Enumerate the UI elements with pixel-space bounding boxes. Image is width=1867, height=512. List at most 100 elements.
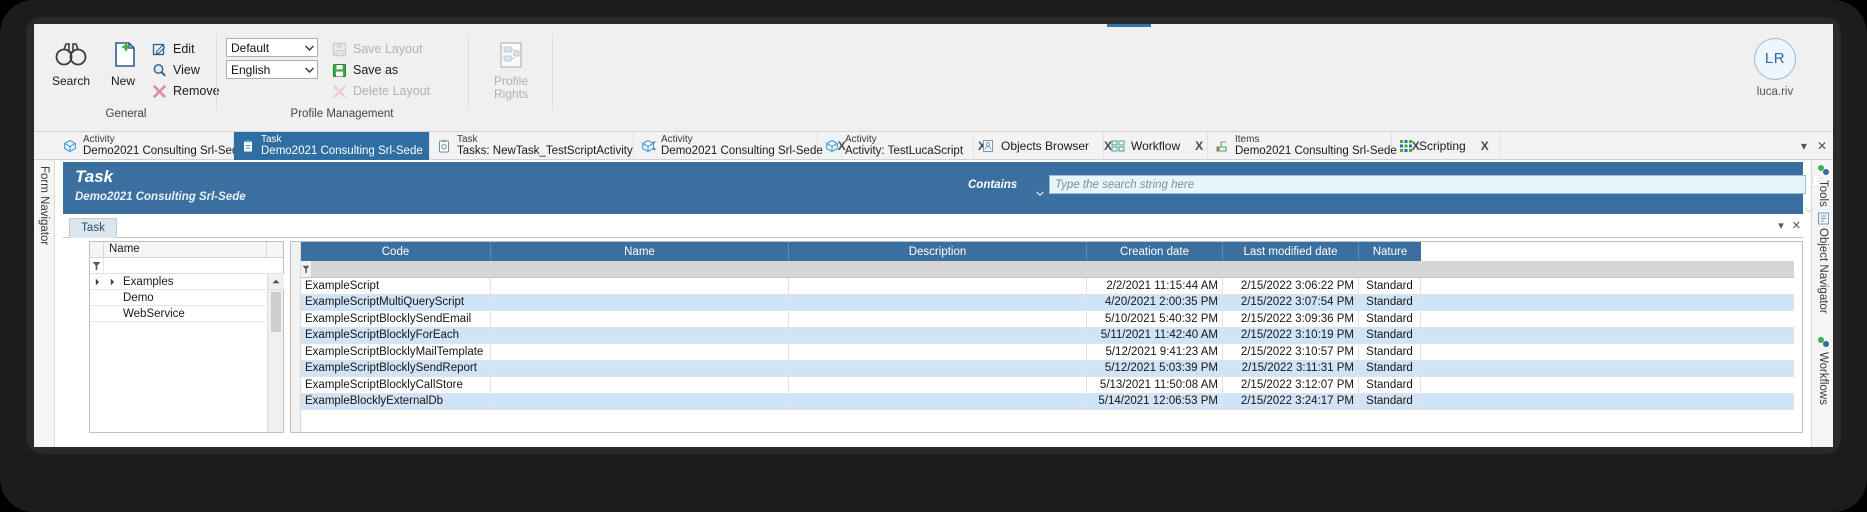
tree-filter-input[interactable] <box>104 258 283 273</box>
cell-name <box>491 377 789 394</box>
items-icon <box>1215 139 1229 153</box>
edit-button[interactable]: Edit <box>152 40 195 58</box>
view-button[interactable]: View <box>152 61 200 79</box>
cell-creation-date: 2/2/2021 11:15:44 AM <box>1087 278 1223 295</box>
document-tab-title: Workflow <box>1131 140 1180 153</box>
application-window: Search New <box>34 24 1833 447</box>
contains-operator-label[interactable]: Contains <box>968 179 1017 191</box>
cell-name <box>491 295 789 312</box>
document-tab-workflow[interactable]: Workflow X <box>1104 132 1208 160</box>
banner-expand-chevron-icon[interactable] <box>1805 200 1814 218</box>
rail-item-form-navigator[interactable]: Form Navigator <box>38 166 50 245</box>
search-button[interactable]: Search <box>44 34 98 88</box>
grid-column-header-nature[interactable]: Nature <box>1359 242 1421 261</box>
grid-column-header-name[interactable]: Name <box>491 242 789 261</box>
avatar[interactable]: LR <box>1754 38 1796 80</box>
table-row[interactable]: ExampleScript 2/2/2021 11:15:44 AM 2/15/… <box>301 278 1794 295</box>
view-button-label: View <box>173 63 200 77</box>
table-row[interactable]: ExampleScriptMultiQueryScript 4/20/2021 … <box>301 295 1794 312</box>
cell-filler <box>1421 377 1794 394</box>
panel-close-icon[interactable]: ✕ <box>1792 219 1801 232</box>
tree-column-header-name[interactable]: Name <box>104 242 267 257</box>
profile-rights-label-1: Profile <box>482 74 540 88</box>
profile-rights-button[interactable]: Profile Rights <box>482 34 540 101</box>
document-tab-kind: Task <box>261 135 423 146</box>
grid-header-row: Code Name Description Creation date Last… <box>301 242 1794 261</box>
document-tab-items[interactable]: Items Demo2021 Consulting Srl-Sede X <box>1208 132 1392 160</box>
delete-layout-button[interactable]: Delete Layout <box>332 82 430 100</box>
document-tab-activity-testlucascript[interactable]: Activity Activity: TestLucaScript X <box>818 132 974 160</box>
scroll-up-icon[interactable] <box>268 274 284 290</box>
search-button-label: Search <box>44 74 98 88</box>
clipboard-icon <box>437 139 451 153</box>
cell-description <box>789 328 1087 345</box>
name-tree-panel: Name <box>89 241 284 433</box>
cell-description <box>789 361 1087 378</box>
table-row[interactable]: ExampleBlocklyExternalDb 5/14/2021 12:06… <box>301 394 1794 411</box>
rail-item-object-navigator[interactable]: Object Navigator <box>1812 212 1833 314</box>
cell-description <box>789 394 1087 411</box>
cell-creation-date: 5/10/2021 5:40:32 PM <box>1087 311 1223 328</box>
panel-collapse-icon[interactable]: ▾ <box>1778 219 1784 232</box>
language-select[interactable]: English <box>226 60 318 79</box>
chevron-down-icon[interactable] <box>1036 183 1044 201</box>
scrollbar-thumb[interactable] <box>271 292 281 332</box>
pin-icon[interactable] <box>1809 174 1823 192</box>
chevron-down-icon <box>301 61 317 78</box>
cell-nature: Standard <box>1359 295 1421 312</box>
grid-filter-row[interactable] <box>301 261 1794 278</box>
document-tab-scripting[interactable]: Scripting X <box>1392 132 1500 160</box>
tab-list-dropdown-icon[interactable]: ▾ <box>1801 139 1807 153</box>
table-row[interactable]: ExampleScriptBlocklySendReport 5/12/2021… <box>301 361 1794 378</box>
search-input[interactable] <box>1049 175 1806 194</box>
table-row[interactable]: ExampleScriptBlocklyForEach 5/11/2021 11… <box>301 328 1794 345</box>
document-tab-activity-1[interactable]: Activity Demo2021 Consulting Srl-Sede X <box>56 132 234 160</box>
tree-item-webservice[interactable]: WebService <box>90 306 266 322</box>
save-layout-label: Save Layout <box>353 42 423 56</box>
document-tab-title: Tasks: NewTask_TestScriptActivity <box>457 145 633 157</box>
document-tab-title: Demo2021 Consulting Srl-Sede <box>661 145 823 157</box>
document-tab-objects-browser[interactable]: Objects Browser X <box>974 132 1104 160</box>
document-tab-task-newtask[interactable]: Task Tasks: NewTask_TestScriptActivity X <box>430 132 634 160</box>
tree-item-examples[interactable]: Examples <box>90 274 266 290</box>
tab-close-all-icon[interactable]: ✕ <box>1817 139 1827 153</box>
table-row[interactable]: ExampleScriptBlocklySendEmail 5/10/2021 … <box>301 311 1794 328</box>
close-icon[interactable]: X <box>1478 139 1492 153</box>
save-disk-icon <box>332 63 347 78</box>
table-row[interactable]: ExampleScriptBlocklyMailTemplate 5/12/20… <box>301 344 1794 361</box>
tree-item-demo[interactable]: Demo <box>90 290 266 306</box>
cell-last-modified-date: 2/15/2022 3:10:19 PM <box>1223 328 1359 345</box>
document-tab-activity-2[interactable]: Activity Demo2021 Consulting Srl-Sede X <box>634 132 818 160</box>
rail-item-workflows[interactable]: Workflows <box>1812 336 1833 405</box>
chevron-right-icon[interactable] <box>104 278 120 286</box>
filter-icon[interactable] <box>90 258 104 273</box>
cell-creation-date: 5/12/2021 5:03:39 PM <box>1087 361 1223 378</box>
chevron-right-icon[interactable] <box>90 278 104 286</box>
left-dock-rail: Form Navigator <box>34 160 55 447</box>
document-tab-title: Demo2021 Consulting Srl-Sede <box>1235 145 1397 157</box>
document-tab-bar: Activity Demo2021 Consulting Srl-Sede X … <box>34 132 1833 160</box>
grid-column-header-code[interactable]: Code <box>301 242 491 261</box>
table-row[interactable]: ExampleScriptBlocklyCallStore 5/13/2021 … <box>301 377 1794 394</box>
profile-select[interactable]: Default <box>226 38 318 57</box>
cell-last-modified-date: 2/15/2022 3:12:07 PM <box>1223 377 1359 394</box>
tab-task[interactable]: Task <box>69 218 117 238</box>
document-tab-title: Scripting <box>1419 140 1466 153</box>
document-tab-task-active[interactable]: Task Demo2021 Consulting Srl-Sede X <box>234 132 430 160</box>
save-as-label: Save as <box>353 63 398 77</box>
ribbon-group-profile-management: Default English <box>220 30 464 122</box>
profile-rights-label-2: Rights <box>482 87 540 101</box>
tree-scrollbar[interactable] <box>267 274 283 432</box>
close-icon[interactable]: X <box>1192 139 1206 153</box>
remove-button[interactable]: Remove <box>152 82 220 100</box>
grid-column-header-description[interactable]: Description <box>789 242 1087 261</box>
cell-name <box>491 278 789 295</box>
new-button[interactable]: New <box>96 34 150 88</box>
grid-column-header-creation-date[interactable]: Creation date <box>1087 242 1223 261</box>
filter-icon[interactable] <box>301 261 312 277</box>
save-as-button[interactable]: Save as <box>332 61 398 79</box>
account-block[interactable]: LR luca.riv <box>1727 38 1823 98</box>
grid-column-header-last-modified-date[interactable]: Last modified date <box>1223 242 1359 261</box>
tree-filter-row[interactable] <box>90 258 283 274</box>
save-layout-button[interactable]: Save Layout <box>332 40 423 58</box>
